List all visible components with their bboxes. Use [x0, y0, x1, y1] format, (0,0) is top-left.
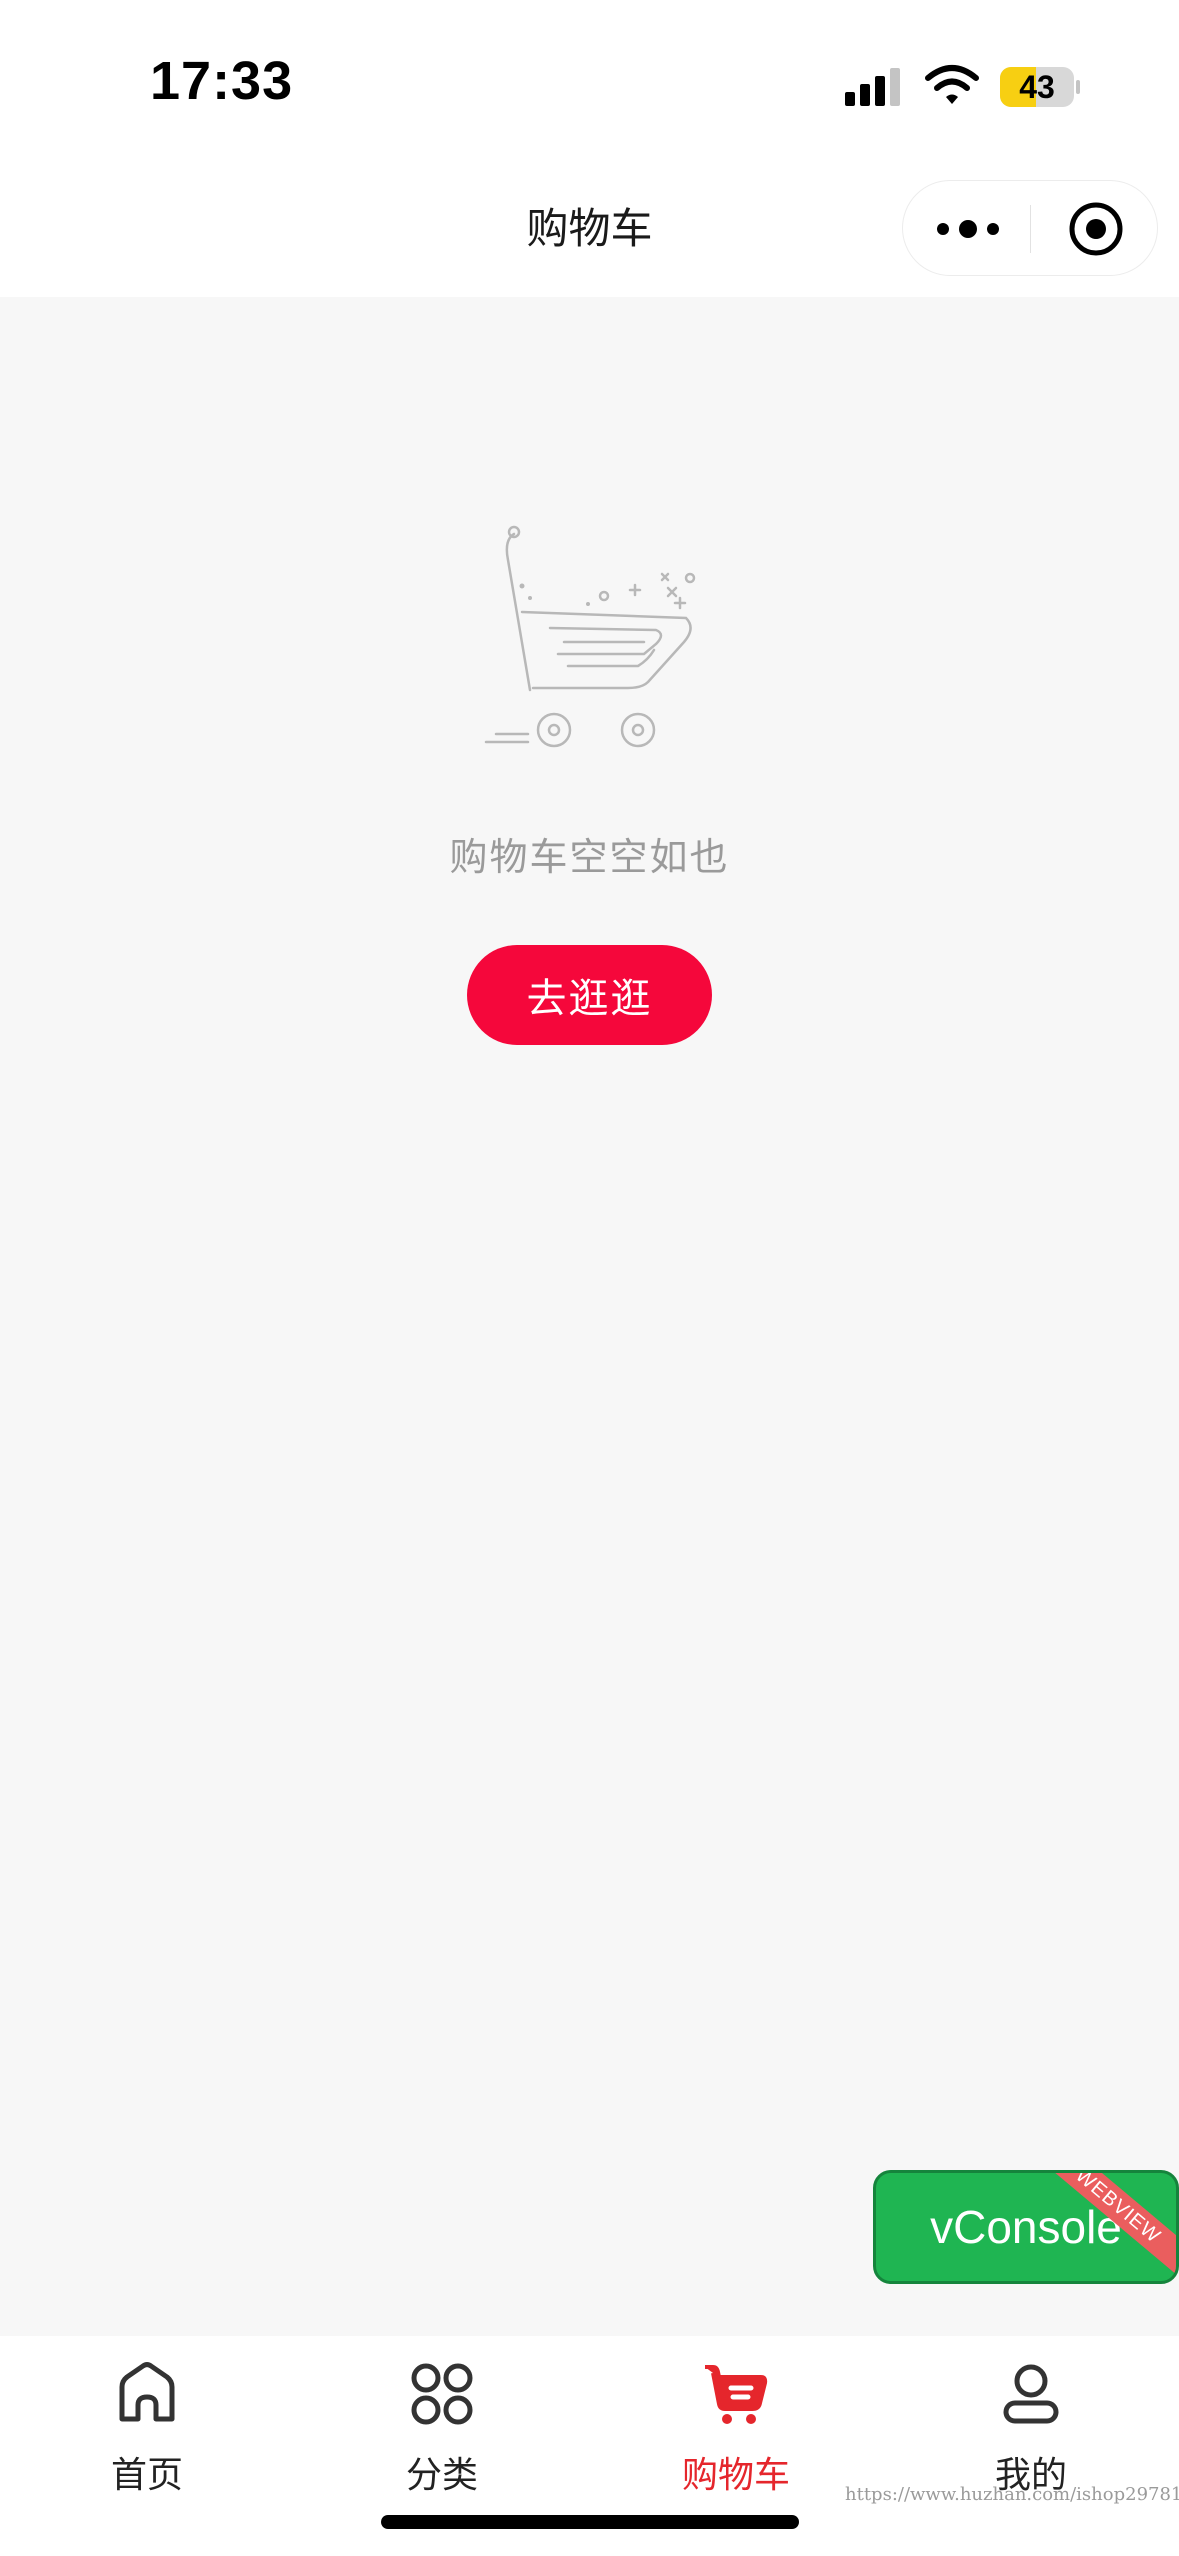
cart-icon — [705, 2365, 768, 2424]
home-indicator[interactable] — [381, 2515, 799, 2529]
go-shopping-button[interactable]: 去逛逛 — [467, 945, 712, 1045]
tab-home[interactable]: 首页 — [27, 2336, 267, 2506]
navigation-bar: 购物车 — [0, 170, 1179, 297]
tab-category-label: 分类 — [405, 2455, 478, 2496]
capsule-divider — [1030, 205, 1031, 253]
tab-cart-label: 购物车 — [681, 2455, 790, 2496]
tab-category[interactable]: 分类 — [322, 2336, 562, 2506]
tab-home-label: 首页 — [110, 2455, 183, 2496]
empty-cart-message: 购物车空空如也 — [449, 835, 730, 879]
wifi-icon — [925, 65, 979, 104]
user-icon — [1003, 2364, 1059, 2424]
status-bar: 17:33 43 — [0, 0, 1179, 170]
vconsole-button[interactable]: vConsole WEBVIEW — [873, 2170, 1179, 2284]
grid-icon — [411, 2363, 473, 2425]
home-icon — [119, 2362, 175, 2422]
status-time: 17:33 — [150, 51, 294, 111]
watermark-url: https://www.huzhan.com/ishop29781 — [845, 2484, 1179, 2505]
battery-level: 43 — [1019, 68, 1055, 105]
tab-profile[interactable]: 我的 — [911, 2336, 1151, 2506]
more-options-icon[interactable] — [933, 209, 1003, 249]
cellular-signal-icon — [845, 68, 900, 106]
vconsole-label: vConsole — [930, 2201, 1122, 2253]
tab-cart[interactable]: 购物车 — [616, 2336, 856, 2506]
empty-cart-illustration-icon — [484, 525, 696, 748]
mini-program-capsule — [902, 180, 1158, 276]
close-mini-program-icon[interactable] — [1066, 199, 1126, 259]
